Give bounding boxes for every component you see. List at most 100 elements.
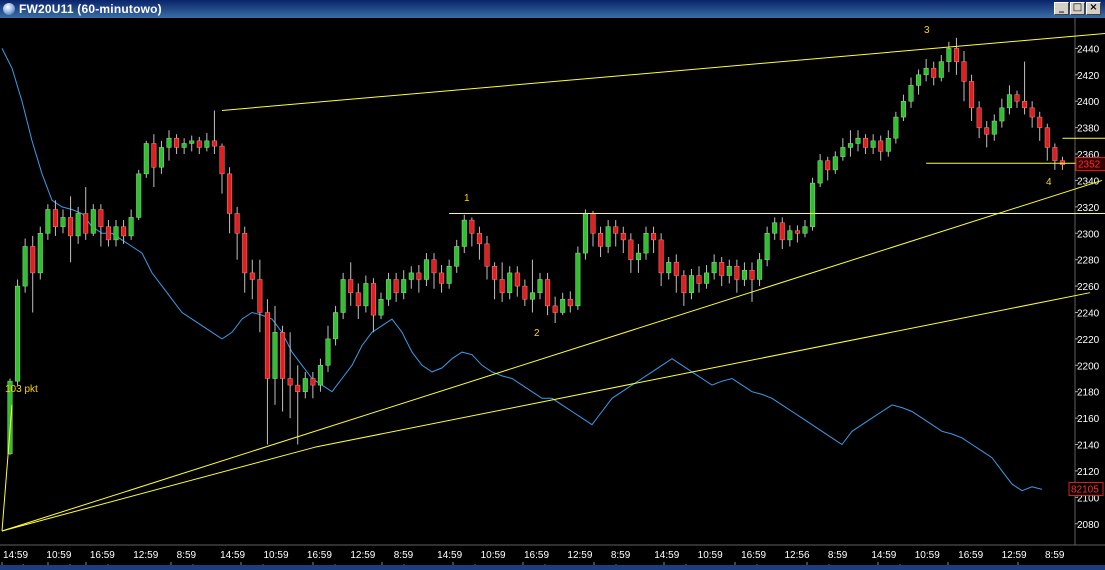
candle-body bbox=[431, 259, 437, 274]
candle-body bbox=[681, 275, 687, 293]
x-time-label: 10:59 bbox=[46, 550, 71, 561]
candle-body bbox=[1029, 107, 1035, 118]
candle-body bbox=[832, 156, 838, 171]
candle-body bbox=[628, 239, 634, 260]
candle-body bbox=[590, 213, 596, 234]
candle-body bbox=[325, 338, 331, 366]
candle-body bbox=[545, 279, 551, 307]
globe-icon bbox=[3, 3, 15, 15]
trendlines bbox=[1, 32, 1105, 532]
candle-body bbox=[446, 266, 452, 284]
wave-label: 1 bbox=[464, 193, 470, 204]
candle-body bbox=[514, 272, 520, 287]
candle-body bbox=[37, 233, 43, 274]
candle-body bbox=[280, 332, 286, 379]
candle-body bbox=[507, 272, 513, 293]
candle-body bbox=[961, 61, 967, 82]
x-time-label: 8:59 bbox=[828, 550, 848, 561]
candle-body bbox=[953, 48, 959, 62]
y-tick-label: 2160 bbox=[1077, 414, 1100, 425]
candle-body bbox=[484, 243, 490, 267]
candle-body bbox=[696, 275, 702, 284]
candle-body bbox=[333, 312, 339, 340]
candle-body bbox=[688, 275, 694, 293]
candle-body bbox=[719, 262, 725, 276]
candle-body bbox=[613, 226, 619, 234]
y-tick-label: 2080 bbox=[1077, 520, 1100, 531]
measure-annotation: 103 pkt bbox=[5, 384, 38, 395]
candle-body bbox=[30, 246, 36, 274]
x-time-label: 12:59 bbox=[133, 550, 158, 561]
x-time-label: 10:59 bbox=[264, 550, 289, 561]
candle-body bbox=[386, 279, 392, 300]
candle-body bbox=[931, 67, 937, 78]
candle-body bbox=[1044, 127, 1050, 148]
x-time-label: 8:59 bbox=[394, 550, 414, 561]
candle-body bbox=[673, 262, 679, 276]
trendline-support-shallow bbox=[314, 292, 1091, 448]
wave-label: 2 bbox=[534, 328, 540, 339]
window-controls: _ □ × bbox=[1054, 2, 1101, 15]
candle-body bbox=[567, 299, 573, 307]
candle-body bbox=[1059, 160, 1065, 165]
candle-body bbox=[121, 226, 127, 237]
y-tick-label: 2240 bbox=[1077, 308, 1100, 319]
x-time-label: 14:59 bbox=[220, 550, 245, 561]
candle-body bbox=[825, 160, 831, 171]
candle-body bbox=[158, 147, 164, 168]
candle-body bbox=[83, 213, 89, 234]
candle-body bbox=[893, 116, 899, 139]
candle-body bbox=[143, 143, 149, 175]
candle-body bbox=[635, 252, 641, 260]
candle-body bbox=[863, 137, 869, 148]
candle-body bbox=[605, 226, 611, 247]
candle-body bbox=[272, 332, 278, 379]
candle-body bbox=[60, 217, 66, 227]
candle-body bbox=[204, 140, 210, 148]
x-time-label: 8:59 bbox=[1045, 550, 1065, 561]
candle-body bbox=[317, 365, 323, 386]
candle-body bbox=[817, 160, 823, 184]
candle-body bbox=[340, 279, 346, 313]
candle-body bbox=[726, 266, 732, 276]
candle-body bbox=[454, 246, 460, 267]
candle-body bbox=[779, 222, 785, 241]
candle-body bbox=[1052, 147, 1058, 161]
x-time-label: 10:59 bbox=[915, 550, 940, 561]
y-tick-label: 2220 bbox=[1077, 335, 1100, 346]
y-tick-label: 2400 bbox=[1077, 97, 1100, 108]
candle-body bbox=[408, 272, 414, 280]
candle-body bbox=[476, 233, 482, 245]
candle-body bbox=[439, 272, 445, 284]
candle-body bbox=[15, 285, 21, 382]
x-time-label: 16:59 bbox=[958, 550, 983, 561]
candle-body bbox=[969, 81, 975, 109]
candle-body bbox=[234, 213, 240, 234]
indicator-marker-label: 82105 bbox=[1071, 484, 1099, 495]
x-time-label: 14:59 bbox=[654, 550, 679, 561]
candle-body bbox=[302, 378, 308, 392]
close-icon[interactable]: × bbox=[1086, 2, 1101, 15]
trendline-103-measure bbox=[1, 404, 13, 532]
x-time-label: 14:59 bbox=[3, 550, 28, 561]
y-axis: 2080210021202140216021802200222022402260… bbox=[1075, 44, 1100, 531]
candle-body bbox=[136, 173, 142, 218]
candle-body bbox=[575, 252, 581, 307]
candle-body bbox=[98, 209, 104, 227]
price-chart[interactable]: 2080210021202140216021802200222022402260… bbox=[0, 18, 1105, 565]
minimize-icon[interactable]: _ bbox=[1054, 2, 1069, 15]
candle-body bbox=[855, 137, 861, 144]
maximize-icon[interactable]: □ bbox=[1070, 2, 1085, 15]
trendline-support-steep bbox=[1, 179, 1103, 532]
candle-body bbox=[128, 217, 134, 237]
y-tick-label: 2180 bbox=[1077, 388, 1100, 399]
x-time-label: 16:59 bbox=[741, 550, 766, 561]
bottom-strip bbox=[0, 565, 1105, 570]
candle-body bbox=[211, 140, 217, 147]
candle-body bbox=[651, 233, 657, 241]
candle-body bbox=[643, 233, 649, 254]
candle-body bbox=[810, 182, 816, 227]
price-marker-label: 2352 bbox=[1078, 160, 1101, 171]
y-tick-label: 2320 bbox=[1077, 203, 1100, 214]
x-time-label: 16:59 bbox=[90, 550, 115, 561]
